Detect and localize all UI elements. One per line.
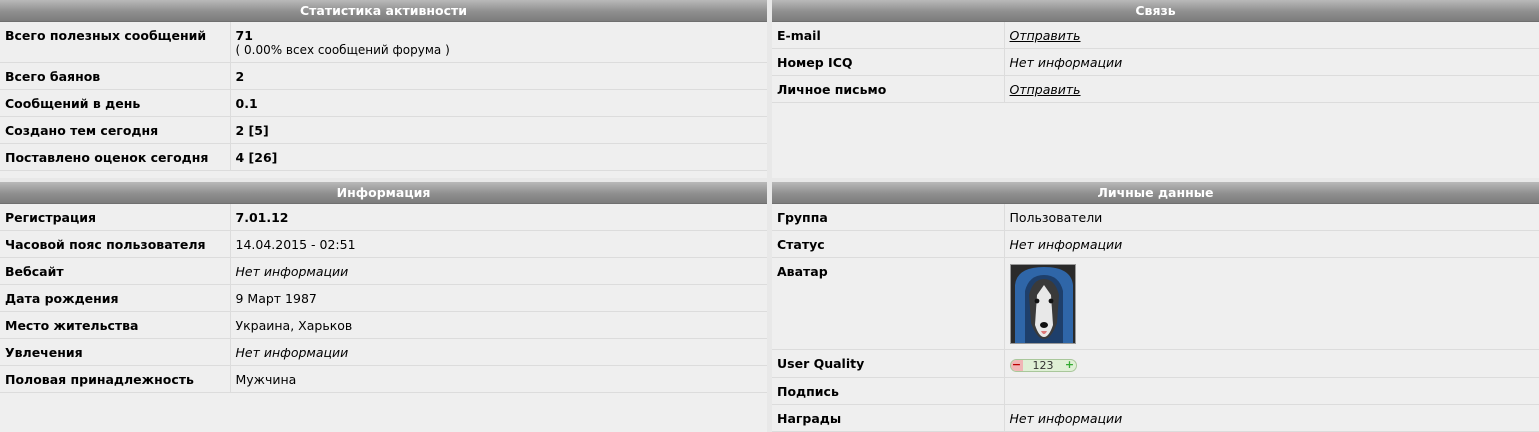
row-value: Отправить [1004,75,1539,103]
user-quality-rating: − 123 + [1009,359,1077,372]
table-row: Половая принадлежность Мужчина [0,365,767,393]
row-label: Увлечения [0,338,231,366]
table-row: Создано тем сегодня 2 [5] [0,116,767,144]
table-row: Место жительства Украина, Харьков [0,311,767,339]
row-value: Украина, Харьков [230,311,767,339]
information-panel: Информация Регистрация 7.01.12 Часовой п… [0,182,767,432]
row-label: User Quality [772,349,1005,378]
row-value: Нет информации [230,257,767,285]
stats-table: Всего полезных сообщений 71 ( 0.00% всех… [0,22,767,171]
row-label: Подпись [772,377,1005,405]
row-label: Сообщений в день [0,89,231,117]
table-row: E-mail Отправить [772,22,1539,49]
table-row: Статус Нет информации [772,230,1539,258]
row-value: 7.01.12 [230,204,767,231]
row-value [1004,257,1539,350]
row-value: − 123 + [1004,349,1539,378]
rating-minus-button[interactable]: − [1010,359,1023,371]
row-label: Статус [772,230,1005,258]
row-value [1004,377,1539,405]
contact-table: E-mail Отправить Номер ICQ Нет информаци… [772,22,1539,103]
row-label: Всего полезных сообщений [0,22,231,63]
row-value: 4 [26] [230,143,767,171]
useful-posts-count: 71 [235,28,253,43]
personal-table: Группа Пользователи Статус Нет информаци… [772,204,1539,432]
row-value: 14.04.2015 - 02:51 [230,230,767,258]
table-row: Сообщений в день 0.1 [0,89,767,117]
row-label: Вебсайт [0,257,231,285]
row-label: Аватар [772,257,1005,350]
row-value: 2 [5] [230,116,767,144]
row-label: Часовой пояс пользователя [0,230,231,258]
send-private-message-link[interactable]: Отправить [1010,82,1081,97]
panel-header: Информация [0,182,767,204]
row-value: Мужчина [230,365,767,393]
activity-stats-panel: Статистика активности Всего полезных соо… [0,0,767,178]
row-label: Поставлено оценок сегодня [0,143,231,171]
personal-data-panel: Личные данные Группа Пользователи Статус… [772,182,1539,432]
table-row: Вебсайт Нет информации [0,257,767,285]
table-row: Номер ICQ Нет информации [772,48,1539,76]
table-row: Поставлено оценок сегодня 4 [26] [0,143,767,171]
row-label: Личное письмо [772,75,1005,103]
row-value: 71 ( 0.00% всех сообщений форума ) [230,22,767,63]
table-row: Увлечения Нет информации [0,338,767,366]
panel-header: Личные данные [772,182,1539,204]
row-label: Место жительства [0,311,231,339]
table-row: Награды Нет информации [772,404,1539,432]
table-row: Всего баянов 2 [0,62,767,90]
row-label: E-mail [772,22,1005,49]
contact-panel: Связь E-mail Отправить Номер ICQ Нет инф… [772,0,1539,178]
row-label: Половая принадлежность [0,365,231,393]
rating-value: 123 [1032,359,1054,372]
info-table: Регистрация 7.01.12 Часовой пояс пользов… [0,204,767,393]
table-row: Группа Пользователи [772,204,1539,231]
row-label: Дата рождения [0,284,231,312]
row-value: Нет информации [1004,404,1539,432]
row-value: 9 Март 1987 [230,284,767,312]
row-label: Награды [772,404,1005,432]
row-value: Отправить [1004,22,1539,49]
row-value: Нет информации [230,338,767,366]
table-row: Часовой пояс пользователя 14.04.2015 - 0… [0,230,767,258]
table-row: Аватар [772,257,1539,350]
table-row: Подпись [772,377,1539,405]
row-value: Нет информации [1004,48,1539,76]
table-row: Личное письмо Отправить [772,75,1539,103]
row-label: Всего баянов [0,62,231,90]
row-value: Пользователи [1004,204,1539,231]
row-label: Номер ICQ [772,48,1005,76]
row-label: Создано тем сегодня [0,116,231,144]
forum-share-note: ( 0.00% всех сообщений форума ) [235,43,450,57]
row-label: Регистрация [0,204,231,231]
send-email-link[interactable]: Отправить [1010,28,1081,43]
table-row: Регистрация 7.01.12 [0,204,767,231]
row-value: Нет информации [1004,230,1539,258]
row-value: 0.1 [230,89,767,117]
panel-header: Связь [772,0,1539,22]
row-value: 2 [230,62,767,90]
table-row: User Quality − 123 + [772,349,1539,378]
rating-plus-button[interactable]: + [1064,359,1076,371]
panel-header: Статистика активности [0,0,767,22]
table-row: Дата рождения 9 Март 1987 [0,284,767,312]
table-row: Всего полезных сообщений 71 ( 0.00% всех… [0,22,767,63]
row-label: Группа [772,204,1005,231]
husky-in-hoodie-avatar [1009,264,1076,344]
